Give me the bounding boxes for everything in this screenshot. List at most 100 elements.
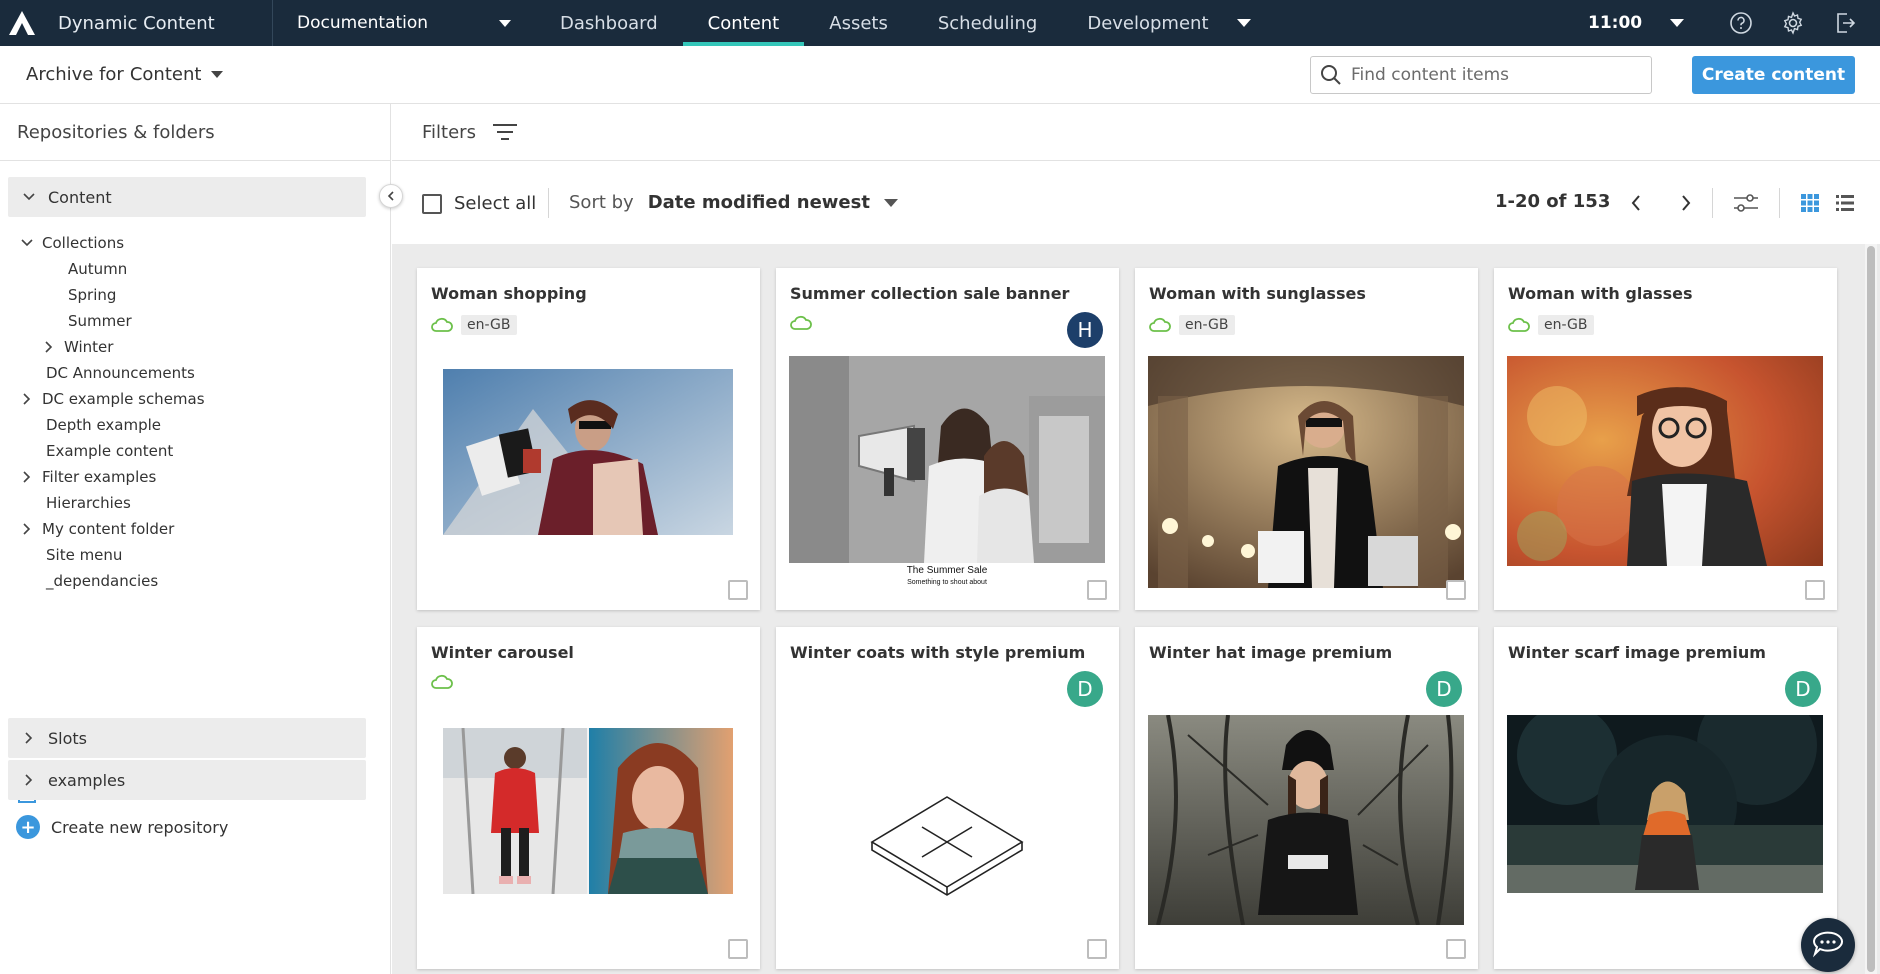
content-card[interactable]: Woman shopping en-GB	[417, 268, 760, 610]
folder-item[interactable]: Depth example	[46, 413, 161, 437]
card-checkbox[interactable]	[1087, 939, 1107, 959]
card-title: Winter coats with style premium	[790, 643, 1086, 662]
content-toolbar: Select all Sort by Date modified newest …	[392, 162, 1880, 244]
folder-item[interactable]: Autumn	[68, 257, 127, 281]
placeholder-image	[789, 737, 1105, 947]
banner-subtitle: Something to shout about	[907, 579, 987, 586]
content-card[interactable]: Winter coats with style premium D	[776, 627, 1119, 969]
hub-selector[interactable]: Documentation	[273, 0, 535, 46]
tab-label: Assets	[829, 12, 888, 34]
banner-title: The Summer Sale	[906, 565, 988, 576]
content-card[interactable]: Summer collection sale banner H The Summe…	[776, 268, 1119, 610]
published-cloud-icon	[431, 317, 453, 332]
card-title: Woman shopping	[431, 284, 587, 303]
app-title: Dynamic Content	[58, 12, 215, 34]
archive-folder-selector[interactable]: Archive for Content	[26, 64, 224, 85]
chevron-right-icon[interactable]	[20, 522, 34, 536]
user-avatar[interactable]: D	[1426, 671, 1462, 707]
display-options-icon[interactable]	[1733, 190, 1759, 216]
folder-item[interactable]: Winter	[42, 335, 113, 359]
folder-item[interactable]: _dependancies	[46, 569, 158, 593]
tab-content[interactable]: Content	[682, 0, 805, 46]
content-card[interactable]: Winter carousel	[417, 627, 760, 969]
card-title: Winter carousel	[431, 643, 574, 662]
content-card[interactable]: Winter scarf image premium D	[1494, 627, 1837, 969]
chevron-right-icon	[18, 732, 40, 744]
card-checkbox[interactable]	[1446, 939, 1466, 959]
tab-dashboard[interactable]: Dashboard	[535, 0, 683, 46]
repo-examples[interactable]: examples	[8, 760, 366, 800]
hub-name: Documentation	[297, 13, 429, 33]
folder-item[interactable]: My content folder	[20, 517, 174, 541]
chevron-right-icon[interactable]	[42, 340, 56, 354]
help-icon[interactable]	[1727, 9, 1755, 37]
card-checkbox[interactable]	[728, 939, 748, 959]
scrollbar-thumb[interactable]	[1867, 246, 1875, 972]
filters-label[interactable]: Filters	[422, 122, 476, 143]
folder-label: Collections	[42, 234, 125, 252]
filters-bar: Filters	[392, 104, 1880, 161]
amplience-logo-icon[interactable]	[8, 9, 36, 37]
locale-badge: en-GB	[1179, 315, 1235, 335]
chat-button[interactable]	[1801, 918, 1855, 972]
filter-icon[interactable]	[492, 121, 518, 143]
sort-dropdown[interactable]: Sort by Date modified newest	[569, 192, 898, 213]
search-input[interactable]	[1351, 65, 1641, 85]
folder-item[interactable]: Site menu	[46, 543, 122, 567]
previous-page-button[interactable]	[1624, 188, 1648, 218]
folder-label: _dependancies	[46, 572, 159, 590]
chevron-right-icon[interactable]	[20, 392, 34, 406]
chevron-down-icon	[211, 71, 224, 78]
user-avatar[interactable]: H	[1067, 312, 1103, 348]
publish-status	[790, 315, 812, 331]
tab-assets[interactable]: Assets	[804, 0, 913, 46]
folder-item[interactable]: DC example schemas	[20, 387, 205, 411]
folder-item[interactable]: Collections	[20, 231, 124, 255]
select-all-checkbox[interactable]	[422, 193, 442, 214]
sign-out-icon[interactable]	[1831, 9, 1859, 37]
chevron-right-icon	[1682, 195, 1691, 211]
folder-item[interactable]: Example content	[46, 439, 173, 463]
publish-status: en-GB	[1149, 315, 1235, 335]
create-content-button[interactable]: Create content	[1692, 56, 1855, 94]
folder-item[interactable]: Summer	[68, 309, 132, 333]
gear-icon[interactable]	[1779, 9, 1807, 37]
woman-sunglasses-image	[1148, 356, 1464, 588]
chevron-right-icon[interactable]	[20, 470, 34, 484]
list-view-icon[interactable]	[1832, 190, 1858, 216]
folder-item[interactable]: DC Announcements	[46, 361, 195, 385]
tab-scheduling[interactable]: Scheduling	[913, 0, 1062, 46]
content-header: Archive for Content Create content	[0, 46, 1880, 104]
chevron-down-icon[interactable]	[20, 236, 34, 250]
divider	[1779, 188, 1780, 218]
user-avatar[interactable]: D	[1067, 671, 1103, 707]
grid-view-icon[interactable]	[1797, 190, 1823, 216]
repo-slots[interactable]: Slots	[8, 718, 366, 758]
card-checkbox[interactable]	[1087, 580, 1107, 600]
brand: Dynamic Content	[0, 0, 273, 46]
folder-label: Summer	[68, 312, 132, 330]
content-card[interactable]: Winter hat image premium D	[1135, 627, 1478, 969]
content-card[interactable]: Woman with sunglasses en-GB	[1135, 268, 1478, 610]
collapse-sidebar-button[interactable]	[379, 184, 403, 208]
user-avatar[interactable]: D	[1785, 671, 1821, 707]
card-checkbox[interactable]	[1805, 580, 1825, 600]
search-icon	[1321, 65, 1341, 85]
repo-content[interactable]: Content	[8, 177, 366, 217]
folder-item[interactable]: Spring	[68, 283, 116, 307]
folder-item[interactable]: Filter examples	[20, 465, 156, 489]
card-checkbox[interactable]	[728, 580, 748, 600]
select-all[interactable]: Select all	[422, 193, 536, 214]
scrollbar[interactable]	[1865, 244, 1877, 974]
time-selector[interactable]: 11:00	[1588, 0, 1685, 46]
create-repository-button[interactable]: + Create new repository	[16, 815, 228, 839]
folder-label: Filter examples	[42, 468, 157, 486]
chevron-down-icon	[499, 19, 511, 27]
folder-label: DC example schemas	[42, 390, 205, 408]
next-page-button[interactable]	[1674, 188, 1698, 218]
card-checkbox[interactable]	[1446, 580, 1466, 600]
content-card[interactable]: Woman with glasses en-GB	[1494, 268, 1837, 610]
winter-scarf-image	[1507, 715, 1823, 893]
tab-development[interactable]: Development	[1062, 0, 1275, 46]
folder-item[interactable]: Hierarchies	[46, 491, 131, 515]
